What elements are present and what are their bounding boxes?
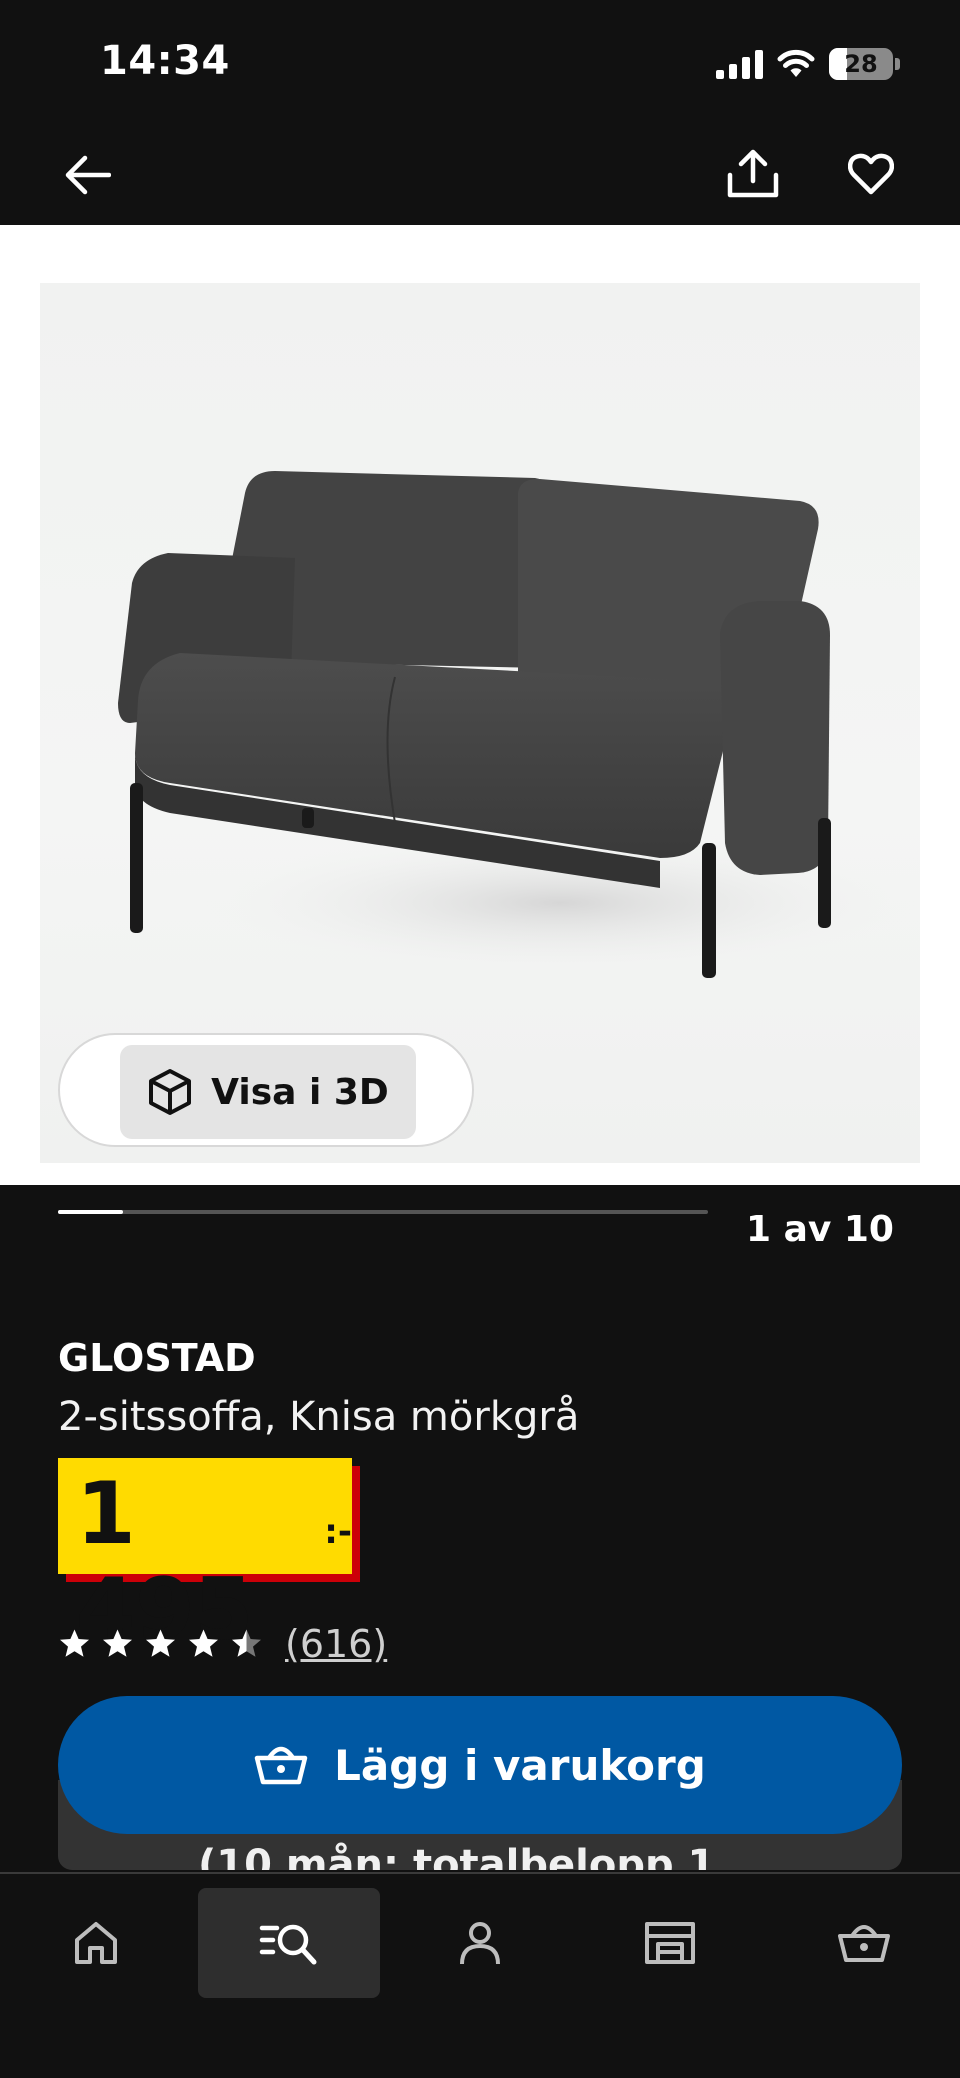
cellular-signal-icon: [716, 49, 763, 79]
product-image[interactable]: [40, 283, 920, 1163]
arrow-left-icon: [65, 155, 111, 195]
basket-icon: [254, 1746, 308, 1785]
product-rating[interactable]: (616): [58, 1622, 387, 1666]
share-button[interactable]: [722, 141, 784, 207]
price-suffix: :-: [324, 1512, 352, 1552]
favorite-button[interactable]: [840, 143, 902, 205]
view-3d-label: Visa i 3D: [211, 1071, 389, 1113]
person-icon: [460, 1922, 500, 1965]
star-full-icon: [146, 1629, 175, 1657]
star-half-icon: [232, 1629, 261, 1657]
status-time: 14:34: [100, 38, 230, 84]
battery-icon: 28: [829, 48, 893, 80]
status-icons: 28: [716, 44, 900, 84]
cube-icon: [149, 1069, 192, 1115]
bottom-navigation: [0, 1872, 960, 2078]
star-full-icon: [103, 1629, 132, 1657]
add-to-cart-button[interactable]: Lägg i varukorg: [58, 1696, 902, 1834]
app-header: [0, 125, 960, 225]
view-3d-container: Visa i 3D: [58, 1033, 474, 1147]
product-media: Visa i 3D: [0, 225, 960, 1185]
carousel-count: 1 av 10: [746, 1209, 894, 1250]
share-icon: [727, 149, 779, 198]
rating-stars: [58, 1628, 263, 1661]
search-list-icon: [259, 1924, 317, 1965]
battery-level: 28: [844, 50, 878, 78]
heart-outline-icon: [848, 153, 894, 195]
nav-stores[interactable]: [600, 1888, 740, 1998]
product-description: 2-sitssoffa, Knisa mörkgrå: [58, 1394, 580, 1440]
back-button[interactable]: [58, 145, 118, 205]
carousel-progress-fill: [58, 1210, 123, 1214]
star-full-icon: [60, 1629, 89, 1657]
nav-profile[interactable]: [410, 1888, 550, 1998]
carousel-progress-bar: [58, 1210, 708, 1214]
review-count-link[interactable]: (616): [285, 1622, 387, 1666]
nav-search[interactable]: [198, 1888, 380, 1998]
store-icon: [645, 1922, 695, 1964]
product-name: GLOSTAD: [58, 1336, 256, 1380]
sofa-illustration: [118, 471, 920, 978]
status-bar: 14:34 28: [0, 0, 960, 125]
add-to-cart-label: Lägg i varukorg: [334, 1740, 706, 1790]
installment-text: (10 mån: totalbelopp 1: [198, 1842, 716, 1870]
cart-basket-icon: [838, 1925, 890, 1962]
star-full-icon: [189, 1629, 218, 1657]
home-icon: [75, 1922, 117, 1964]
price-tag: 1 495 :-: [58, 1458, 360, 1658]
nav-cart[interactable]: [794, 1888, 934, 1998]
view-3d-button[interactable]: Visa i 3D: [120, 1045, 416, 1139]
nav-home[interactable]: [26, 1888, 166, 1998]
wifi-icon: [777, 49, 815, 77]
